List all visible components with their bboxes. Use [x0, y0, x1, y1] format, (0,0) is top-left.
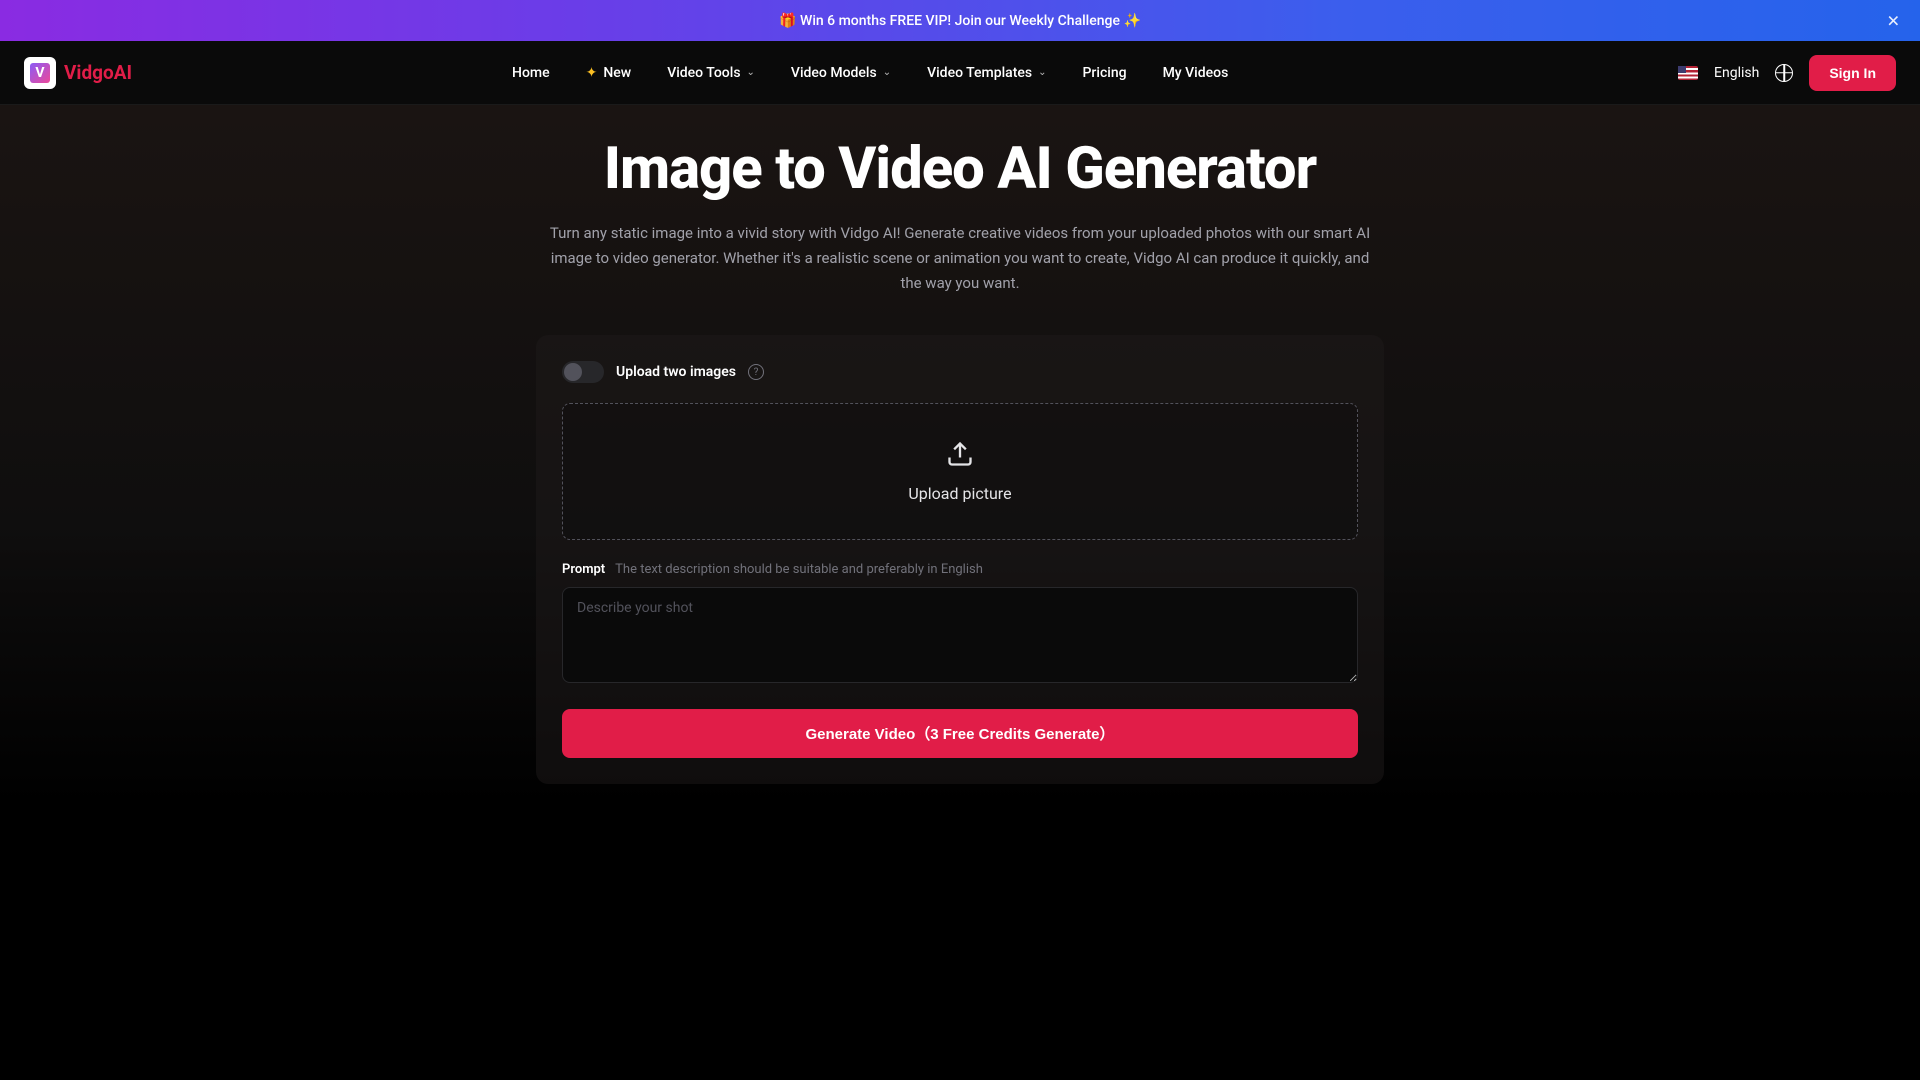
chevron-down-icon: ⌄	[747, 67, 755, 78]
prompt-hint: The text description should be suitable …	[615, 562, 983, 577]
generator-card: Upload two images ? Upload picture Promp…	[536, 335, 1384, 784]
nav-video-models[interactable]: Video Models ⌄	[791, 65, 891, 81]
promo-banner: 🎁 Win 6 months FREE VIP! Join our Weekly…	[0, 0, 1920, 41]
header: V VidgoAI Home ✦ New Video Tools ⌄ Video…	[0, 41, 1920, 105]
two-images-toggle[interactable]	[562, 361, 604, 383]
upload-area[interactable]: Upload picture	[562, 403, 1358, 540]
prompt-header: Prompt The text description should be su…	[562, 562, 1358, 577]
generate-button[interactable]: Generate Video（3 Free Credits Generate）	[562, 709, 1358, 758]
nav-video-templates-label: Video Templates	[927, 65, 1032, 81]
main-content: Image to Video AI Generator Turn any sta…	[0, 105, 1920, 805]
page-subtitle: Turn any static image into a vivid story…	[540, 221, 1380, 295]
nav-video-tools[interactable]: Video Tools ⌄	[667, 65, 755, 81]
header-right: English Sign In	[1678, 55, 1896, 91]
chevron-down-icon: ⌄	[1038, 67, 1046, 78]
upload-icon	[946, 440, 974, 468]
us-flag-icon	[1678, 66, 1698, 80]
close-icon[interactable]: ✕	[1887, 11, 1900, 30]
nav-my-videos[interactable]: My Videos	[1163, 65, 1229, 81]
sparkle-icon: ✦	[586, 65, 598, 81]
main-nav: Home ✦ New Video Tools ⌄ Video Models ⌄ …	[512, 65, 1228, 81]
globe-icon[interactable]	[1775, 64, 1793, 82]
brand-name: VidgoAI	[64, 61, 132, 84]
logo[interactable]: V VidgoAI	[24, 57, 132, 89]
banner-text: 🎁 Win 6 months FREE VIP! Join our Weekly…	[779, 13, 1141, 29]
logo-icon: V	[24, 57, 56, 89]
page-title: Image to Video AI Generator	[0, 135, 1920, 203]
upload-text: Upload picture	[599, 484, 1321, 503]
signin-button[interactable]: Sign In	[1809, 55, 1896, 91]
chevron-down-icon: ⌄	[883, 67, 891, 78]
prompt-input[interactable]	[562, 587, 1358, 683]
help-icon[interactable]: ?	[748, 364, 764, 380]
nav-video-models-label: Video Models	[791, 65, 877, 81]
nav-new[interactable]: ✦ New	[586, 65, 632, 81]
toggle-row: Upload two images ?	[562, 361, 1358, 383]
nav-video-templates[interactable]: Video Templates ⌄	[927, 65, 1046, 81]
nav-new-label: New	[603, 65, 631, 81]
language-label[interactable]: English	[1714, 65, 1759, 81]
nav-pricing[interactable]: Pricing	[1083, 65, 1127, 81]
prompt-label: Prompt	[562, 562, 605, 577]
nav-home[interactable]: Home	[512, 65, 550, 81]
nav-video-tools-label: Video Tools	[667, 65, 740, 81]
toggle-label: Upload two images	[616, 364, 736, 380]
